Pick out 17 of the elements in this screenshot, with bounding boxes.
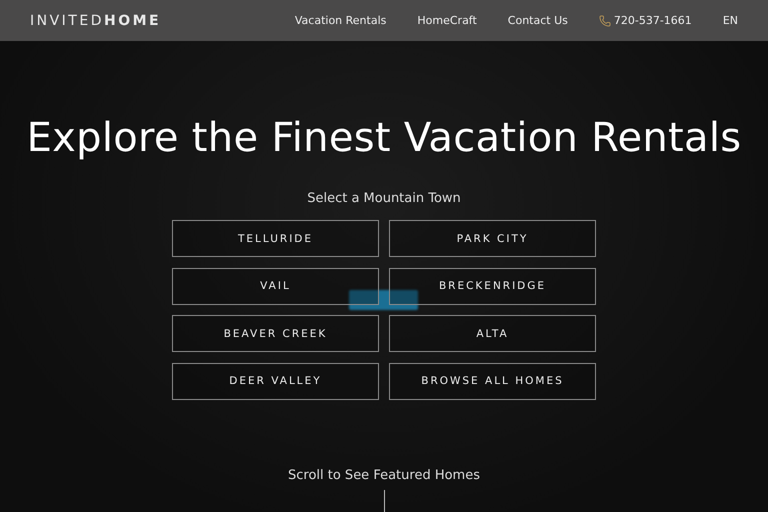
town-button[interactable]: BROWSE ALL HOMES	[389, 362, 596, 400]
nav-link[interactable]: Contact Us	[508, 14, 568, 27]
town-button[interactable]: BRECKENRIDGE	[389, 268, 596, 304]
hero-title: Explore the Finest Vacation Rentals	[26, 115, 742, 161]
language-link[interactable]: EN	[722, 14, 738, 27]
nav-link[interactable]: Vacation Rentals	[294, 14, 386, 27]
phone-link[interactable]: 720-537-1661	[598, 14, 692, 27]
phone-icon	[598, 14, 611, 26]
town-button[interactable]: ALTA	[389, 315, 596, 352]
town-button[interactable]: BEAVER CREEK	[172, 315, 379, 352]
town-button[interactable]: VAIL	[172, 268, 379, 304]
scroll-hint: Scroll to See Featured Homes	[288, 468, 480, 483]
town-button[interactable]: TELLURIDE	[172, 220, 379, 257]
nav-link[interactable]: HomeCraft	[417, 14, 477, 27]
town-button[interactable]: DEER VALLEY	[172, 362, 379, 400]
town-button[interactable]: PARK CITY	[389, 220, 596, 257]
hero-subtitle: Select a Mountain Town	[307, 191, 461, 206]
